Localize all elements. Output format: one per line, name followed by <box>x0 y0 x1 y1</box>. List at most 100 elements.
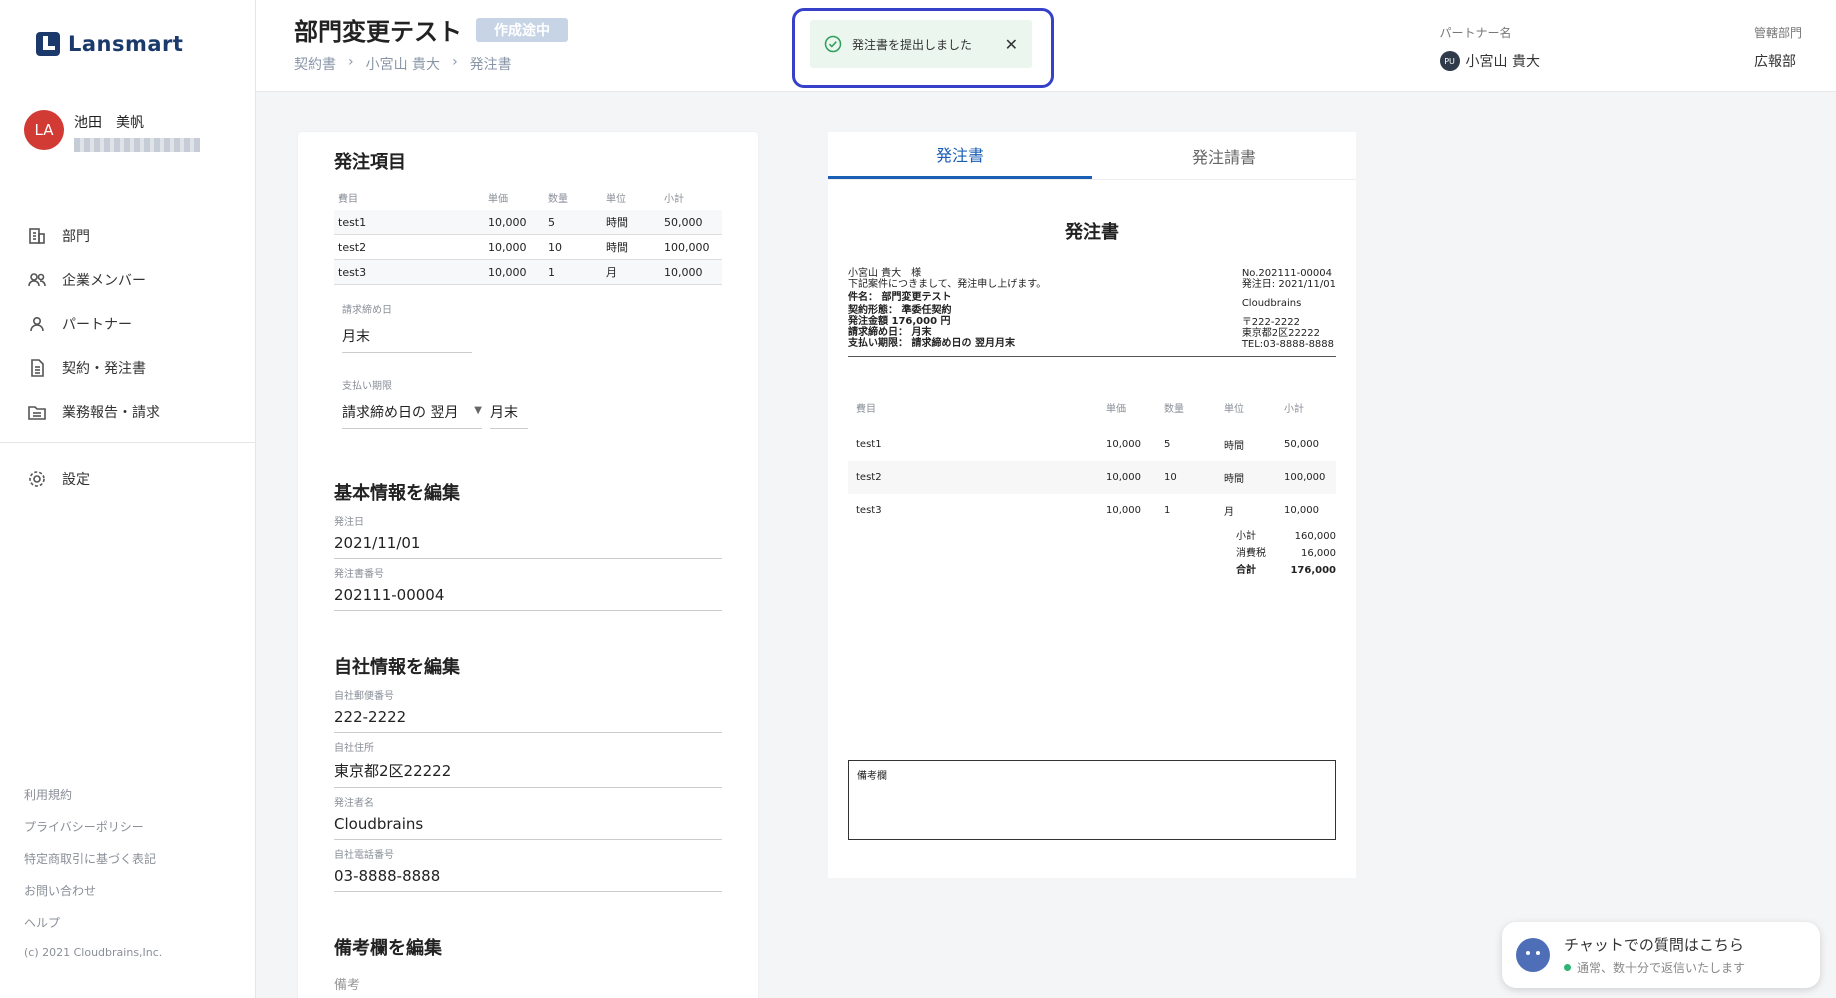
chat-bot-icon <box>1516 938 1550 972</box>
unit-price-input[interactable]: 10,000 <box>484 210 544 235</box>
partner-info: パートナー名 PU 小宮山 貴大 <box>1439 24 1540 71</box>
status-badge: 作成途中 <box>476 17 568 42</box>
col-header: 数量 <box>1164 403 1184 415</box>
sidebar-item-label: 設定 <box>62 472 90 488</box>
contact-link[interactable]: お問い合わせ <box>24 882 162 914</box>
sidebar-nav: 部門 企業メンバー パートナー 契約・発注書 業務報告・請求 設定 <box>0 214 256 501</box>
remarks-input[interactable]: 備考 <box>334 974 722 998</box>
tab-order-acceptance[interactable]: 発注請書 <box>1092 132 1356 179</box>
doc-date: 発注日: 2021/11/01 <box>1241 279 1336 290</box>
folder-icon <box>26 401 48 423</box>
doc-closing: 請求締め日： 月末 <box>848 327 932 338</box>
dept-label: 管轄部門 <box>1753 26 1802 40</box>
table-row: test3 10,000 1 月 10,000 <box>334 260 722 285</box>
doc-remarks-label: 備考欄 <box>857 771 887 782</box>
item-name-input[interactable]: test3 <box>334 260 484 285</box>
subtotal-value: 160,000 <box>1294 531 1336 542</box>
sidebar-item-reports[interactable]: 業務報告・請求 <box>0 390 256 434</box>
doc-contract-type: 契約形態： 準委任契約 <box>848 305 952 316</box>
cell: 10,000 <box>1284 505 1319 516</box>
address-input[interactable]: 東京都2区22222 <box>334 760 722 788</box>
issuer-input[interactable]: Cloudbrains <box>334 815 722 840</box>
cell: test3 <box>856 505 882 516</box>
unit-price-input[interactable]: 10,000 <box>484 235 544 260</box>
quantity-input[interactable]: 5 <box>544 210 602 235</box>
issuer-label: 発注者名 <box>334 798 374 809</box>
phone-input[interactable]: 03-8888-8888 <box>334 867 722 892</box>
doc-title: 発注書 <box>1065 222 1119 243</box>
sidebar-item-label: 部門 <box>62 229 90 245</box>
table-row: test1 10,000 5 時間 50,000 <box>848 428 1336 461</box>
help-link[interactable]: ヘルプ <box>24 914 162 946</box>
logo[interactable]: Lansmart <box>36 32 183 56</box>
unit-input[interactable]: 時間 <box>602 235 660 260</box>
order-number-input[interactable]: 202111-00004 <box>334 586 722 611</box>
sidebar-item-partners[interactable]: パートナー <box>0 302 256 346</box>
terms-link[interactable]: 利用規約 <box>24 786 162 818</box>
cell: 10 <box>1156 461 1216 494</box>
cell: 50,000 <box>1284 439 1319 450</box>
quantity-input[interactable]: 10 <box>544 235 602 260</box>
payment-deadline-label: 支払い期限 <box>342 381 392 392</box>
order-preview: 発注書 発注請書 発注書 小宮山 貴大 様 下記案件につきまして、発注申し上げま… <box>828 132 1356 878</box>
sidebar-item-members[interactable]: 企業メンバー <box>0 258 256 302</box>
quantity-input[interactable]: 1 <box>544 260 602 285</box>
payment-month-select[interactable]: 請求締め日の 翌月 ▼ <box>342 402 482 429</box>
payment-day-input[interactable]: 月末 <box>490 402 528 429</box>
subtotal-label: 小計 <box>1236 531 1256 542</box>
person-icon <box>26 313 48 335</box>
total-value: 176,000 <box>1290 565 1336 576</box>
item-name-input[interactable]: test2 <box>334 235 484 260</box>
cell: 月 <box>1224 507 1234 518</box>
copyright: (c) 2021 Cloudbrains,Inc. <box>24 946 163 959</box>
items-table: 費目 単価 数量 単位 小計 test1 10,000 5 時間 50,000 … <box>334 184 722 285</box>
page-title-text: 部門変更テスト <box>294 18 462 46</box>
gear-icon <box>26 468 48 490</box>
close-icon[interactable]: ✕ <box>1005 35 1018 54</box>
item-name-input[interactable]: test1 <box>334 210 484 235</box>
col-header: 数量 <box>548 193 568 205</box>
doc-to: 小宮山 貴大 様 <box>848 268 922 279</box>
sidebar: Lansmart LA 池田 美帆 部門 企業メンバー パートナー 契約・発注書… <box>0 0 256 998</box>
sidebar-item-label: 企業メンバー <box>62 273 146 289</box>
doc-payment: 支払い期限： 請求締め日の 翌月月末 <box>848 338 1015 349</box>
zip-input[interactable]: 222-2222 <box>334 708 722 733</box>
page-title: 部門変更テスト 作成途中 <box>294 12 568 47</box>
unit-input[interactable]: 時間 <box>602 210 660 235</box>
unit-price-input[interactable]: 10,000 <box>484 260 544 285</box>
privacy-link[interactable]: プライバシーポリシー <box>24 818 162 850</box>
cell: 10,000 <box>1098 461 1156 494</box>
chat-widget[interactable]: チャットでの質問はこちら 通常、数十分で返信いたします <box>1502 922 1820 988</box>
order-date-input[interactable]: 2021/11/01 <box>334 534 722 559</box>
sidebar-item-contracts[interactable]: 契約・発注書 <box>0 346 256 390</box>
commerce-law-link[interactable]: 特定商取引に基づく表記 <box>24 850 162 882</box>
sidebar-item-department[interactable]: 部門 <box>0 214 256 258</box>
user-name: 池田 美帆 <box>74 115 144 131</box>
cell: 時間 <box>1216 461 1276 494</box>
breadcrumb-item-partner[interactable]: 小宮山 貴大 <box>366 54 440 74</box>
doc-company: Cloudbrains <box>1241 298 1302 309</box>
doc-zip: 〒222-2222 <box>1241 317 1300 328</box>
chat-subtitle: 通常、数十分で返信いたします <box>1577 961 1746 975</box>
closing-date-input[interactable]: 月末 <box>342 326 472 353</box>
address-label: 自社住所 <box>334 743 374 754</box>
breadcrumb-item-contract[interactable]: 契約書 <box>294 54 336 74</box>
sidebar-item-label: 契約・発注書 <box>62 361 146 377</box>
partner-avatar: PU <box>1439 51 1460 71</box>
cell: 5 <box>1164 439 1171 450</box>
doc-intro: 下記案件につきまして、発注申し上げます。 <box>848 279 1047 290</box>
cell: test2 <box>848 461 1098 494</box>
unit-input[interactable]: 月 <box>602 260 660 285</box>
doc-totals: 小計 160,000 消費税 16,000 合計 176,000 <box>1236 528 1336 579</box>
table-row: test2 10,000 10 時間 100,000 <box>848 461 1336 494</box>
sidebar-item-settings[interactable]: 設定 <box>0 457 256 501</box>
closing-date-label: 請求締め日 <box>342 305 392 316</box>
tab-order[interactable]: 発注書 <box>828 132 1092 179</box>
doc-number: No.202111-00004 <box>1241 268 1333 279</box>
user-profile[interactable]: LA 池田 美帆 <box>24 110 200 152</box>
doc-header-right: No.202111-00004 発注日: 2021/11/01 Cloudbra… <box>1242 268 1336 350</box>
nav-divider <box>0 442 256 443</box>
col-header: 単価 <box>488 193 508 205</box>
chevron-right-icon: › <box>452 54 458 70</box>
table-row: test3 10,000 1 月 10,000 <box>848 494 1336 527</box>
